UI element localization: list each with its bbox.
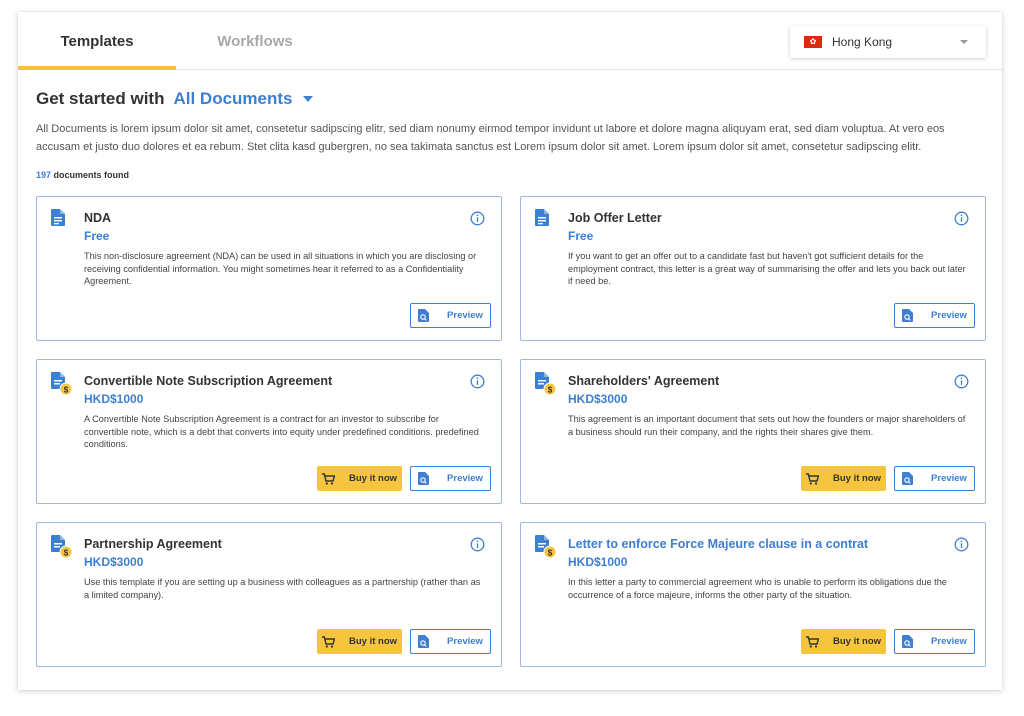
card-description: If you want to get an offer out to a can… bbox=[568, 251, 966, 286]
preview-label: Preview bbox=[931, 473, 967, 484]
preview-label: Preview bbox=[931, 636, 967, 647]
preview-document-icon bbox=[902, 309, 920, 322]
preview-document-icon bbox=[902, 472, 920, 485]
documents-count-label: documents found bbox=[53, 170, 130, 180]
card-title: Job Offer Letter bbox=[568, 211, 662, 225]
documents-count: 197 documents found bbox=[36, 170, 129, 180]
paid-document-icon: $ bbox=[51, 372, 73, 396]
category-chevron-down-icon[interactable] bbox=[302, 96, 313, 102]
preview-document-icon bbox=[418, 472, 436, 485]
cart-icon bbox=[321, 635, 342, 648]
card-description: Use this template if you are setting up … bbox=[84, 577, 481, 600]
preview-button[interactable]: Preview bbox=[410, 303, 491, 328]
card-description: This non-disclosure agreement (NDA) can … bbox=[84, 251, 477, 286]
preview-document-icon bbox=[418, 635, 436, 648]
document-card: Job Offer Letter Free If you want to get a… bbox=[520, 196, 986, 341]
buy-it-now-button[interactable]: Buy it now bbox=[801, 629, 886, 654]
heading-prefix: Get started with bbox=[36, 89, 165, 108]
card-price: Free bbox=[84, 229, 110, 243]
category-description: All Documents is lorem ipsum dolor sit a… bbox=[36, 123, 945, 153]
info-icon[interactable] bbox=[470, 374, 485, 389]
info-icon[interactable] bbox=[470, 537, 485, 552]
category-dropdown[interactable]: All Documents bbox=[173, 89, 292, 109]
buy-it-now-label: Buy it now bbox=[348, 473, 398, 484]
tab-workflows[interactable]: Workflows bbox=[176, 12, 334, 70]
card-title: Partnership Agreement bbox=[84, 537, 222, 551]
card-title[interactable]: Letter to enforce Force Majeure clause i… bbox=[568, 537, 868, 551]
info-icon[interactable] bbox=[470, 211, 485, 226]
cart-icon bbox=[805, 472, 826, 485]
document-card: $ Partnership Agreement HKD$3000 Use this t… bbox=[36, 522, 502, 667]
preview-button[interactable]: Preview bbox=[894, 303, 975, 328]
svg-text:$: $ bbox=[64, 386, 69, 395]
paid-document-icon: $ bbox=[51, 535, 73, 559]
preview-button[interactable]: Preview bbox=[894, 466, 975, 491]
page-heading: Get started with All Documents bbox=[36, 88, 313, 110]
region-select[interactable]: ✿ Hong Kong bbox=[790, 26, 986, 58]
card-price: Free bbox=[568, 229, 594, 243]
preview-button[interactable]: Preview bbox=[410, 629, 491, 654]
buy-it-now-label: Buy it now bbox=[832, 636, 882, 647]
card-description: A Convertible Note Subscription Agreemen… bbox=[84, 414, 479, 449]
documents-count-number: 197 bbox=[36, 170, 52, 180]
svg-text:$: $ bbox=[64, 549, 69, 558]
document-card: NDA Free This non-disclosure agreement (ND… bbox=[36, 196, 502, 341]
hong-kong-flag-icon: ✿ bbox=[804, 36, 822, 48]
buy-it-now-label: Buy it now bbox=[832, 473, 882, 484]
document-icon bbox=[51, 209, 73, 233]
card-title: Shareholders' Agreement bbox=[568, 374, 720, 388]
card-price: HKD$1000 bbox=[84, 392, 144, 406]
preview-label: Preview bbox=[447, 636, 483, 647]
chevron-down-icon bbox=[960, 40, 968, 44]
svg-text:$: $ bbox=[548, 386, 553, 395]
tab-bar: Templates Workflows ✿ Hong Kong bbox=[18, 12, 1002, 70]
cart-icon bbox=[805, 635, 826, 648]
document-icon bbox=[535, 209, 557, 233]
document-card: $ Letter to enforce Force Majeure clause … bbox=[520, 522, 986, 667]
tab-templates[interactable]: Templates bbox=[18, 12, 176, 70]
buy-it-now-button[interactable]: Buy it now bbox=[801, 466, 886, 491]
card-description: In this letter a party to commercial agr… bbox=[568, 577, 947, 600]
preview-button[interactable]: Preview bbox=[894, 629, 975, 654]
preview-document-icon bbox=[902, 635, 920, 648]
card-title: NDA bbox=[84, 211, 112, 225]
card-price: HKD$3000 bbox=[568, 392, 628, 406]
card-price: HKD$3000 bbox=[84, 555, 144, 569]
svg-text:$: $ bbox=[548, 549, 553, 558]
card-price: HKD$1000 bbox=[568, 555, 628, 569]
document-card: $ Shareholders' Agreement HKD$3000 This agr… bbox=[520, 359, 986, 504]
templates-panel: Templates Workflows ✿ Hong Kong Get star… bbox=[18, 12, 1002, 690]
buy-it-now-button[interactable]: Buy it now bbox=[317, 629, 402, 654]
info-icon[interactable] bbox=[954, 211, 969, 226]
buy-it-now-label: Buy it now bbox=[348, 636, 398, 647]
region-label: Hong Kong bbox=[832, 35, 893, 49]
preview-label: Preview bbox=[447, 473, 483, 484]
document-card: $ Convertible Note Subscription Agreement… bbox=[36, 359, 502, 504]
preview-label: Preview bbox=[931, 310, 967, 321]
cart-icon bbox=[321, 472, 342, 485]
card-description: This agreement is an important document … bbox=[568, 414, 966, 437]
info-icon[interactable] bbox=[954, 374, 969, 389]
info-icon[interactable] bbox=[954, 537, 969, 552]
paid-document-icon: $ bbox=[535, 372, 557, 396]
preview-label: Preview bbox=[447, 310, 483, 321]
preview-document-icon bbox=[418, 309, 436, 322]
active-tab-indicator bbox=[18, 66, 176, 70]
paid-document-icon: $ bbox=[535, 535, 557, 559]
preview-button[interactable]: Preview bbox=[410, 466, 491, 491]
buy-it-now-button[interactable]: Buy it now bbox=[317, 466, 402, 491]
card-title: Convertible Note Subscription Agreement bbox=[84, 374, 333, 388]
